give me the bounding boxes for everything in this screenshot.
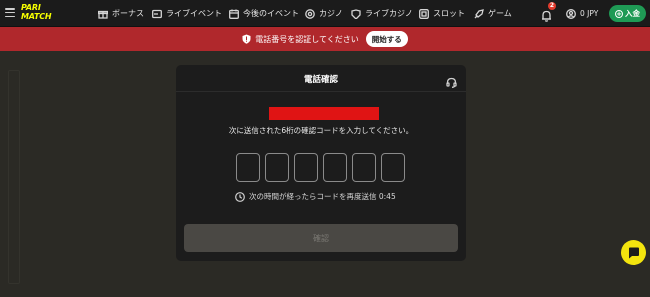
- code-digit-input-6[interactable]: [381, 153, 405, 182]
- casino-icon: [305, 8, 315, 19]
- chat-bubble-icon: [628, 247, 639, 258]
- nav-item-bonus[interactable]: ボーナス: [98, 0, 144, 27]
- resend-timer-text: 次の時間が経ったらコードを再度送信 0:45: [249, 192, 396, 201]
- nav-item-slots[interactable]: スロット: [419, 0, 465, 27]
- code-digit-input-4[interactable]: [323, 153, 347, 182]
- support-button[interactable]: [446, 73, 457, 88]
- background-panel: [8, 70, 20, 284]
- nav-item-games[interactable]: ゲーム: [474, 0, 512, 27]
- start-verification-button[interactable]: 開始する: [365, 31, 408, 47]
- live-casino-icon: [351, 8, 361, 19]
- nav-item-upcoming-events[interactable]: 今後のイベント: [229, 0, 299, 27]
- logo-text-line1: PARI: [21, 3, 41, 12]
- nav-item-label: ライブイベント: [166, 9, 222, 18]
- nav-item-casino[interactable]: カジノ: [305, 0, 343, 27]
- shield-alert-icon: [242, 34, 251, 44]
- gift-icon: [98, 10, 108, 19]
- deposit-label: 入金: [625, 9, 640, 18]
- confirm-button[interactable]: 確認: [184, 224, 458, 252]
- nav-item-label: カジノ: [319, 9, 343, 18]
- modal-title: 電話確認: [303, 75, 338, 85]
- modal-header: 電話確認: [176, 65, 466, 92]
- account-balance[interactable]: 0 JPY: [566, 0, 598, 27]
- banner-text: 電話番号を認証してください: [255, 34, 359, 44]
- live-icon: [152, 9, 162, 18]
- deposit-button[interactable]: + 入金: [609, 5, 646, 22]
- nav-item-live-events[interactable]: ライブイベント: [152, 0, 222, 27]
- rocket-icon: [474, 8, 484, 18]
- top-navigation: PARI MATCH ボーナス ライブイベント 今後のイベント カジノ ライブカ…: [0, 0, 650, 27]
- menu-icon[interactable]: [5, 8, 15, 17]
- slot-icon: [419, 8, 429, 19]
- notification-count-badge: 2: [548, 2, 556, 10]
- plus-icon: +: [615, 9, 623, 18]
- chat-button[interactable]: [621, 240, 646, 265]
- instruction-text: 次に送信された6桁の確認コードを入力してください。: [228, 126, 414, 135]
- clock-icon: [235, 191, 245, 202]
- bell-icon: [542, 10, 551, 22]
- code-digit-input-1[interactable]: [236, 153, 260, 182]
- code-digit-input-2[interactable]: [265, 153, 289, 182]
- nav-item-label: ゲーム: [488, 9, 512, 18]
- redacted-phone-number: [269, 107, 379, 120]
- code-digit-input-3[interactable]: [294, 153, 318, 182]
- phone-verification-modal: 電話確認 次に送信された6桁の確認コードを入力してください。 次の時間が経ったら…: [176, 65, 466, 261]
- nav-item-label: スロット: [433, 9, 465, 18]
- parimatch-logo[interactable]: PARI MATCH: [21, 3, 71, 23]
- logo-text-line2: MATCH: [21, 11, 52, 21]
- calendar-icon: [229, 9, 239, 19]
- headset-icon: [446, 77, 457, 88]
- user-icon: [566, 8, 576, 19]
- resend-timer: 次の時間が経ったらコードを再度送信 0:45: [235, 191, 396, 202]
- code-digit-input-5[interactable]: [352, 153, 376, 182]
- code-input-group: [236, 153, 410, 182]
- nav-item-live-casino[interactable]: ライブカジノ: [351, 0, 413, 27]
- balance-text: 0 JPY: [580, 9, 599, 18]
- nav-item-label: ボーナス: [112, 9, 144, 18]
- nav-item-label: ライブカジノ: [365, 9, 413, 18]
- phone-verification-banner: 電話番号を認証してください 開始する: [0, 27, 650, 51]
- nav-item-label: 今後のイベント: [243, 9, 299, 18]
